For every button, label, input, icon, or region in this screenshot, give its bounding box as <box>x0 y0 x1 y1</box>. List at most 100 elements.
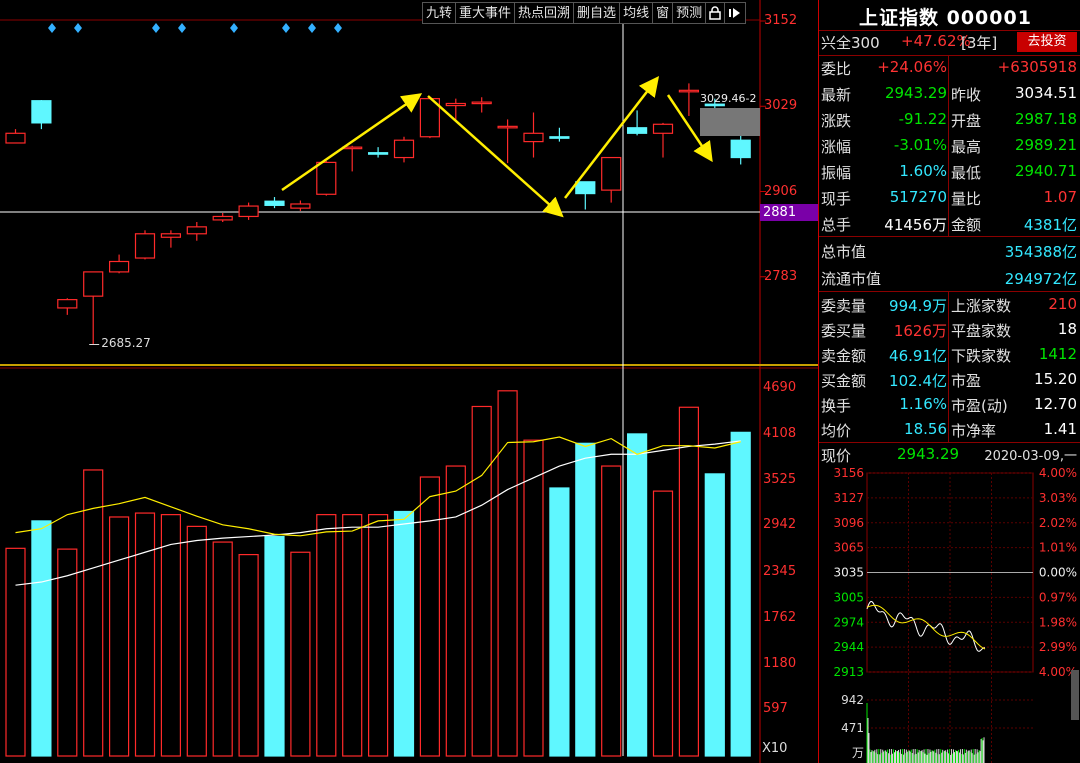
invest-button[interactable]: 去投资 <box>1017 32 1077 52</box>
lock-icon[interactable] <box>705 2 726 24</box>
quote-label: 金额 <box>951 216 982 234</box>
q-row: 振幅 1.60% 最低 2940.71 <box>819 159 1080 184</box>
mini-label: 现价 <box>821 447 852 465</box>
quote-label: 最高 <box>951 138 982 156</box>
quote-value: 1412 <box>1038 345 1077 363</box>
mini-left-tick: 3096 <box>833 516 864 530</box>
moving-average-button[interactable]: 均线 <box>619 2 654 24</box>
price-axis-tick: 2906 <box>764 183 798 199</box>
high-price-label: 3029.46-2 <box>700 92 757 105</box>
candle <box>445 102 466 107</box>
volume-bar <box>393 510 415 757</box>
q2-row: 买金额 102.4亿 市盈 15.20 <box>819 367 1080 392</box>
quote-value: 46.91亿 <box>889 347 947 365</box>
quote-label: 振幅 <box>821 164 852 182</box>
q2-row: 委卖量 994.9万 上涨家数 210 <box>819 292 1080 317</box>
quote-value: 1626万 <box>893 322 947 340</box>
quote-label: 委买量 <box>821 322 867 340</box>
hotspot-review-button[interactable]: 热点回溯 <box>514 2 575 24</box>
quote-value: +24.06% <box>877 58 947 76</box>
mini-left-tick: 3035 <box>833 566 864 580</box>
quote-value: 4381亿 <box>1023 216 1077 234</box>
volume-bar <box>5 547 26 757</box>
total-mcap-value: 354388亿 <box>1004 243 1077 261</box>
quote-value: 1.07 <box>1043 188 1077 206</box>
volume-bar <box>134 512 156 757</box>
quote-value: 210 <box>1048 295 1077 313</box>
intraday-chart[interactable]: 3156 4.00% 3127 3.03% 3096 2.02% 3065 1.01% 3035… <box>819 465 1080 763</box>
major-events-button[interactable]: 重大事件 <box>455 2 516 24</box>
volume-bar <box>678 406 700 757</box>
sector-row: 兴全300 +47.62% [3年] 去投资 <box>819 29 1080 54</box>
forecast-button[interactable]: 预测 <box>672 2 707 24</box>
volume-axis-tick: 597 <box>763 701 788 717</box>
quote-value: 15.20 <box>1034 370 1077 388</box>
quote-value: 2943.29 <box>884 84 947 102</box>
volume-bar <box>342 514 363 757</box>
mini-vol-tick: 942 <box>841 693 864 707</box>
candle <box>575 181 596 195</box>
quote-label: 市净率 <box>951 422 997 440</box>
quote-label: 市盈 <box>951 372 982 390</box>
quote-value: +6305918 <box>997 58 1077 76</box>
mini-header: 现价 2943.29 2020-03-09,一 <box>819 442 1080 467</box>
q-row: 现手 517270 量比 1.07 <box>819 185 1080 210</box>
candle <box>368 152 389 155</box>
quote-label: 买金额 <box>821 372 867 390</box>
quote-value: 3034.51 <box>1014 84 1077 102</box>
window-button[interactable]: 窗 <box>652 2 674 24</box>
mini-vol-unit: 万 <box>852 746 864 760</box>
quote-label: 卖金额 <box>821 347 867 365</box>
volume-bar <box>419 476 440 757</box>
mini-left-tick: 2944 <box>833 640 864 654</box>
quote-panel: 上证指数 000001 兴全300 +47.62% [3年] 去投资 委比 +24… <box>818 0 1080 763</box>
candle <box>626 127 648 134</box>
volume-bar <box>471 405 492 757</box>
float-mcap-row: 流通市值 294972亿 <box>821 270 1077 288</box>
price-range-box <box>700 108 760 136</box>
mini-right-tick: 1.01% <box>1039 541 1077 555</box>
crosshair-price-tag: 2881 <box>760 204 820 221</box>
mini-left-tick: 3065 <box>833 541 864 555</box>
volume-axis-tick: 1762 <box>763 609 797 625</box>
quote-value: -91.22 <box>898 110 947 128</box>
forward-icon[interactable] <box>724 2 747 24</box>
quote-label: 最新 <box>821 86 852 104</box>
quote-label: 最低 <box>951 164 982 182</box>
candle <box>186 226 207 235</box>
instrument-title: 上证指数 000001 <box>859 7 1032 29</box>
kline-chart[interactable] <box>0 0 818 763</box>
intraday-price-line <box>866 600 986 652</box>
candle <box>134 233 156 259</box>
price-axis-tick: 2783 <box>764 268 798 284</box>
quote-value: 2940.71 <box>1014 162 1077 180</box>
candle <box>83 271 104 297</box>
mini-vol-tick: 471 <box>841 721 864 735</box>
volume-bar <box>601 465 622 757</box>
quote-label: 上涨家数 <box>951 297 1012 315</box>
quote-value: 102.4亿 <box>889 372 947 390</box>
quote-label: 量比 <box>951 190 982 208</box>
candle <box>316 161 337 195</box>
low-price-label: 2685.27 <box>101 336 151 351</box>
mini-right-tick: 2.99% <box>1039 640 1077 654</box>
price-axis-tick: 3152 <box>764 13 798 28</box>
quote-label: 下跌家数 <box>951 347 1012 365</box>
candle <box>5 132 26 144</box>
remove-watchlist-button[interactable]: 删自选 <box>573 2 621 24</box>
quote-value: 41456万 <box>884 216 947 234</box>
quote-value: 1.41 <box>1043 420 1077 438</box>
volume-bar <box>730 431 751 757</box>
q-row: 涨跌 -91.22 开盘 2987.18 <box>819 107 1080 132</box>
volume-bar <box>626 433 648 757</box>
mini-right-tick: 0.97% <box>1039 590 1077 604</box>
quote-label: 均价 <box>821 422 852 440</box>
mini-left-tick: 3127 <box>833 491 864 505</box>
nine-turn-button[interactable]: 九转 <box>422 2 457 24</box>
volume-axis-tick: 1180 <box>763 655 797 671</box>
volume-axis-tick: 3525 <box>763 471 797 487</box>
volume-bar <box>83 469 104 757</box>
quote-value: 12.70 <box>1034 395 1077 413</box>
mini-date: 2020-03-09,一 <box>984 449 1077 464</box>
q-row: 涨幅 -3.01% 最高 2989.21 <box>819 133 1080 158</box>
